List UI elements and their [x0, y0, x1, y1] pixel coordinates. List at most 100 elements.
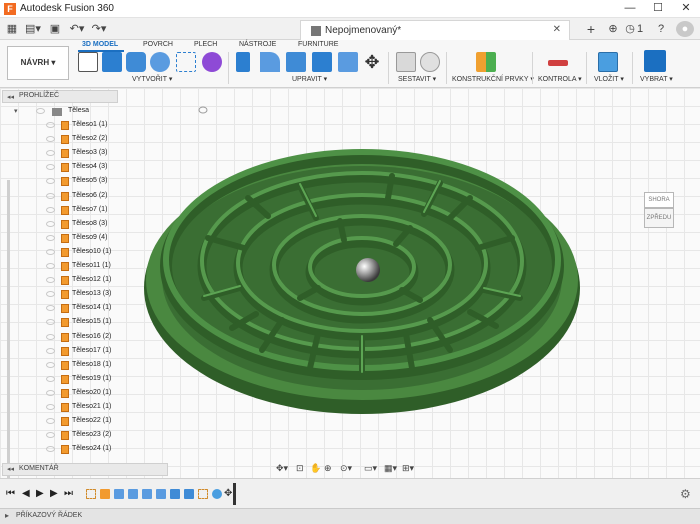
display-settings-icon[interactable]: ▭▾	[364, 463, 377, 474]
box-icon[interactable]	[102, 52, 122, 72]
orbit-icon[interactable]: ✥▾	[276, 463, 288, 474]
browser-body-row[interactable]: Těleso5 (3)	[46, 176, 120, 188]
previous-frame-icon[interactable]: ◀	[22, 488, 30, 499]
timeline-sketch-icon[interactable]	[86, 489, 96, 499]
play-icon[interactable]: ▶	[36, 488, 44, 499]
browser-body-row[interactable]: Těleso13 (3)	[46, 289, 120, 301]
timeline-extrude-icon[interactable]	[142, 489, 152, 499]
viewports-icon[interactable]: ⊞▾	[402, 463, 414, 474]
pan-icon[interactable]: ✋	[310, 463, 321, 474]
visibility-icon[interactable]	[46, 446, 55, 453]
tab-surface[interactable]: POVRCH	[143, 41, 173, 48]
undo-icon[interactable]: ↶▾	[68, 21, 86, 37]
tab-furniture[interactable]: FURNITURE	[298, 41, 338, 48]
timeline-extrude-icon[interactable]	[156, 489, 166, 499]
create-sketch-icon[interactable]	[78, 52, 98, 72]
combine-icon[interactable]	[312, 52, 332, 72]
measure-icon[interactable]	[548, 60, 568, 66]
visibility-icon[interactable]	[46, 192, 55, 199]
visibility-icon[interactable]	[46, 375, 55, 382]
group-create[interactable]: VYTVOŘIT ▾	[132, 75, 172, 83]
press-pull-icon[interactable]	[236, 52, 250, 72]
extrude-icon[interactable]	[126, 52, 146, 72]
group-modify[interactable]: UPRAVIT ▾	[292, 75, 327, 83]
help-icon[interactable]: ?	[654, 21, 668, 37]
expand-arrow-icon[interactable]: ▾	[14, 107, 18, 115]
visibility-icon[interactable]	[46, 164, 55, 171]
first-frame-icon[interactable]: ⏮	[6, 488, 15, 499]
command-line-bar[interactable]: ▸ PŘÍKAZOVÝ ŘÁDEK	[0, 508, 700, 524]
minimize-button[interactable]: —	[616, 0, 644, 18]
select-icon[interactable]	[644, 50, 666, 72]
redo-icon[interactable]: ↷▾	[90, 21, 108, 37]
group-construct[interactable]: KONSTRUKČNÍ PRVKY ▾	[452, 75, 534, 83]
visibility-icon[interactable]	[46, 234, 55, 241]
browser-body-row[interactable]: Těleso23 (2)	[46, 430, 120, 442]
bodies-folder[interactable]: ▾ Tělesa	[14, 106, 118, 118]
visibility-icon[interactable]	[46, 418, 55, 425]
shell-icon[interactable]	[286, 52, 306, 72]
visibility-icon[interactable]	[46, 178, 55, 185]
browser-body-row[interactable]: Těleso18 (1)	[46, 360, 120, 372]
grid-icon[interactable]: ▦	[4, 21, 20, 37]
new-tab-icon[interactable]: +	[584, 21, 598, 37]
visibility-icon[interactable]	[46, 361, 55, 368]
visibility-icon[interactable]	[46, 347, 55, 354]
visibility-icon[interactable]	[46, 122, 55, 128]
group-inspect[interactable]: KONTROLA ▾	[538, 75, 582, 83]
zoom-icon[interactable]: ⊕	[324, 463, 332, 474]
timeline-sketch-icon[interactable]	[198, 489, 208, 499]
group-insert[interactable]: VLOŽIT ▾	[594, 75, 624, 83]
browser-body-row[interactable]: Těleso8 (3)	[46, 219, 120, 231]
visibility-icon[interactable]	[46, 333, 55, 340]
grid-settings-icon[interactable]: ▦▾	[384, 463, 397, 474]
expand-icon[interactable]: ◂◂	[7, 465, 14, 473]
timeline-extrude-icon[interactable]	[114, 489, 124, 499]
move-icon[interactable]: ✥	[362, 52, 382, 72]
visibility-icon[interactable]	[46, 319, 55, 326]
view-cube[interactable]: SHORA ZPŘEDU	[642, 192, 676, 230]
visibility-icon[interactable]	[46, 206, 55, 213]
browser-header[interactable]: ◂◂ PROHLÍŽEČ	[2, 90, 118, 103]
revolve-icon[interactable]	[150, 52, 170, 72]
browser-body-row[interactable]: Těleso9 (4)	[46, 233, 120, 245]
look-at-icon[interactable]: ⊡	[296, 463, 304, 474]
visibility-icon[interactable]	[46, 404, 55, 410]
gear-icon[interactable]: ⚙	[680, 487, 691, 501]
browser-body-row[interactable]: Těleso14 (1)	[46, 303, 120, 315]
browser-body-row[interactable]: Těleso10 (1)	[46, 247, 120, 259]
browser-body-row[interactable]: Těleso19 (1)	[46, 374, 120, 386]
timeline-sphere-icon[interactable]	[212, 489, 222, 499]
clock-icon[interactable]: ◷	[624, 21, 636, 37]
new-component-icon[interactable]	[396, 52, 416, 72]
close-tab-icon[interactable]: ✕	[553, 24, 561, 35]
browser-body-row[interactable]: Těleso21 (1)	[46, 402, 120, 414]
tab-3d-model[interactable]: 3D MODEL	[82, 41, 118, 48]
viewcube-front[interactable]: ZPŘEDU	[644, 208, 674, 228]
file-menu-icon[interactable]: ▤▾	[24, 21, 42, 37]
timeline-extrude-icon[interactable]	[100, 489, 110, 499]
maximize-button[interactable]: ☐	[644, 0, 672, 18]
profile-avatar[interactable]: ●	[676, 21, 694, 37]
visibility-icon[interactable]	[46, 150, 55, 157]
joint-icon[interactable]	[420, 52, 440, 72]
browser-body-row[interactable]: Těleso6 (2)	[46, 191, 120, 203]
timeline-combine-icon[interactable]	[170, 489, 180, 499]
split-icon[interactable]	[338, 52, 358, 72]
workspace-switcher[interactable]: NÁVRH ▾	[7, 46, 69, 80]
browser-body-row[interactable]: Těleso17 (1)	[46, 346, 120, 358]
visibility-icon[interactable]	[46, 220, 55, 227]
visibility-icon[interactable]	[46, 263, 55, 269]
browser-body-row[interactable]: Těleso7 (1)	[46, 205, 120, 217]
insert-image-icon[interactable]	[598, 52, 618, 72]
browser-body-row[interactable]: Těleso2 (2)	[46, 134, 120, 146]
browser-body-row[interactable]: Těleso1 (1)	[46, 120, 120, 132]
browser-body-row[interactable]: Těleso24 (1)	[46, 444, 120, 456]
offset-plane-icon[interactable]	[476, 52, 496, 72]
comments-panel[interactable]: ◂◂ KOMENTÁŘ	[2, 463, 168, 476]
browser-body-row[interactable]: Těleso4 (3)	[46, 162, 120, 174]
viewcube-top[interactable]: SHORA	[644, 192, 674, 208]
last-frame-icon[interactable]: ⏭	[64, 488, 73, 499]
visibility-icon[interactable]	[46, 432, 55, 439]
browser-body-row[interactable]: Těleso11 (1)	[46, 261, 120, 273]
